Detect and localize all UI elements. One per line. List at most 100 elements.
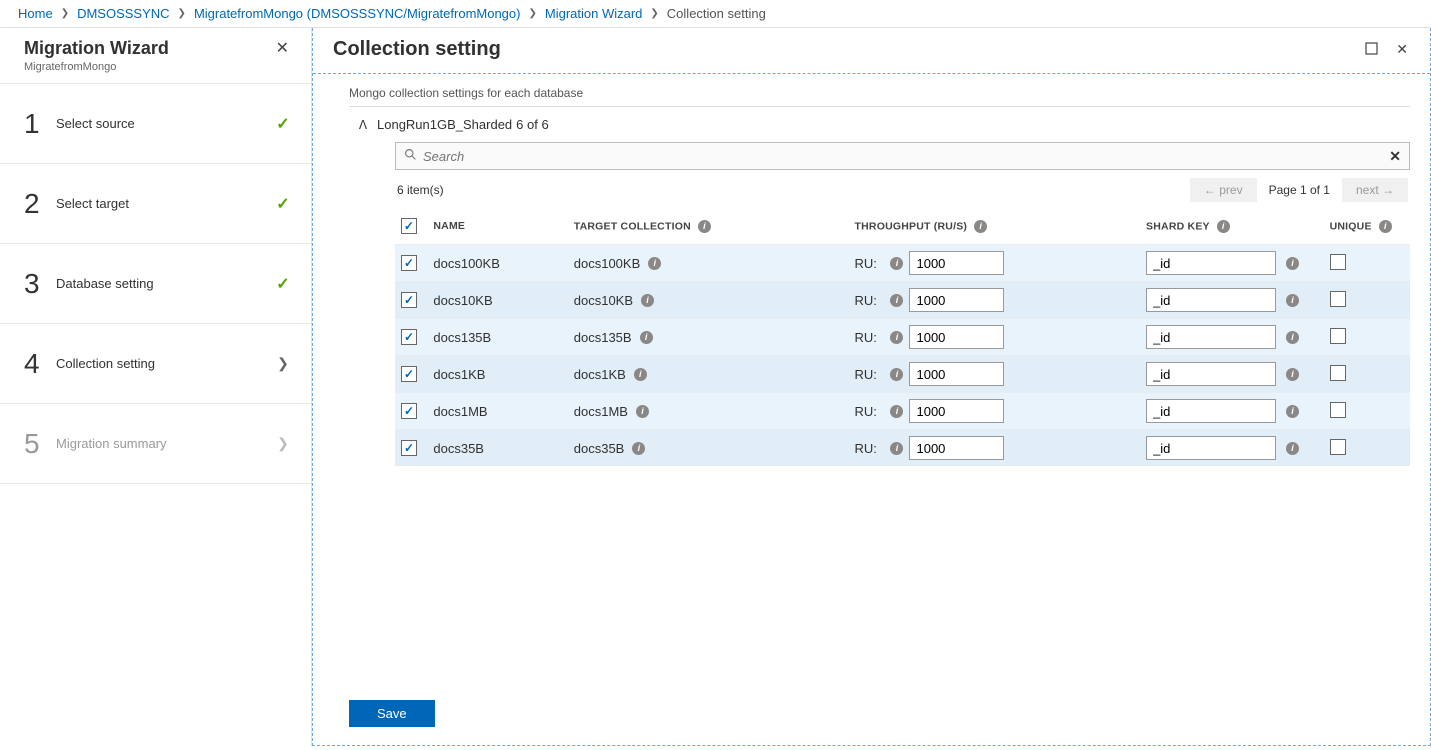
step-label: Database setting	[56, 276, 273, 291]
wizard-sidebar: Migration Wizard MigratefromMongo ✕ 1Sel…	[0, 28, 312, 746]
shard-key-input[interactable]	[1146, 251, 1276, 275]
info-icon[interactable]: i	[1286, 442, 1299, 455]
cell-name: docs1KB	[427, 356, 567, 393]
unique-checkbox[interactable]	[1330, 365, 1346, 381]
breadcrumb: Home❯DMSOSSSYNC❯MigratefromMongo (DMSOSS…	[0, 0, 1431, 28]
save-button[interactable]: Save	[349, 700, 435, 727]
cell-target: docs1KB	[574, 367, 626, 382]
sidebar-subtitle: MigratefromMongo	[24, 61, 169, 73]
check-icon: ✓	[276, 194, 289, 214]
col-header-name[interactable]: NAME	[427, 210, 567, 245]
throughput-input[interactable]	[909, 288, 1004, 312]
breadcrumb-item[interactable]: MigratefromMongo (DMSOSSSYNC/Migratefrom…	[194, 6, 521, 21]
step-label: Select target	[56, 196, 273, 211]
chevron-right-icon: ❯	[277, 355, 289, 372]
collections-tbody: docs100KBdocs100KBiRU:iidocs10KBdocs10KB…	[395, 245, 1410, 467]
table-row: docs10KBdocs10KBiRU:ii	[395, 282, 1410, 319]
wizard-step[interactable]: 1Select source✓	[0, 84, 311, 164]
info-icon[interactable]: i	[890, 442, 903, 455]
info-icon[interactable]: i	[1379, 220, 1392, 233]
info-icon[interactable]: i	[1286, 368, 1299, 381]
check-icon: ✓	[276, 114, 289, 134]
info-icon[interactable]: i	[698, 220, 711, 233]
info-icon[interactable]: i	[890, 257, 903, 270]
throughput-input[interactable]	[909, 251, 1004, 275]
cell-target: docs135B	[574, 330, 632, 345]
info-icon[interactable]: i	[1217, 220, 1230, 233]
info-icon[interactable]: i	[1286, 331, 1299, 344]
step-label: Collection setting	[56, 356, 273, 371]
info-icon[interactable]: i	[634, 368, 647, 381]
page-title: Collection setting	[333, 38, 501, 61]
wizard-step[interactable]: 4Collection setting❯	[0, 324, 311, 404]
prev-page-button[interactable]: ← prev	[1190, 178, 1257, 202]
wizard-step[interactable]: 5Migration summary❯	[0, 404, 311, 484]
cell-name: docs100KB	[427, 245, 567, 282]
info-icon[interactable]: i	[890, 368, 903, 381]
clear-search-button[interactable]: ✕	[1389, 148, 1401, 165]
info-icon[interactable]: i	[1286, 405, 1299, 418]
row-checkbox[interactable]	[401, 292, 417, 308]
cell-target: docs10KB	[574, 293, 633, 308]
ru-label: RU:	[854, 441, 880, 456]
table-row: docs135Bdocs135BiRU:ii	[395, 319, 1410, 356]
info-icon[interactable]: i	[648, 257, 661, 270]
unique-checkbox[interactable]	[1330, 328, 1346, 344]
throughput-input[interactable]	[909, 436, 1004, 460]
cell-name: docs35B	[427, 430, 567, 467]
close-icon[interactable]: ✕	[1394, 39, 1410, 60]
unique-checkbox[interactable]	[1330, 439, 1346, 455]
info-icon[interactable]: i	[974, 220, 987, 233]
shard-key-input[interactable]	[1146, 436, 1276, 460]
table-row: docs1KBdocs1KBiRU:ii	[395, 356, 1410, 393]
row-checkbox[interactable]	[401, 255, 417, 271]
row-checkbox[interactable]	[401, 329, 417, 345]
page-indicator: Page 1 of 1	[1269, 183, 1330, 197]
unique-checkbox[interactable]	[1330, 254, 1346, 270]
ru-label: RU:	[854, 293, 880, 308]
col-header-unique[interactable]: UNIQUE	[1330, 220, 1372, 232]
breadcrumb-item[interactable]: Home	[18, 6, 53, 21]
info-icon[interactable]: i	[890, 405, 903, 418]
wizard-step[interactable]: 2Select target✓	[0, 164, 311, 244]
throughput-input[interactable]	[909, 362, 1004, 386]
chevron-right-icon: ❯	[277, 435, 289, 452]
throughput-input[interactable]	[909, 325, 1004, 349]
shard-key-input[interactable]	[1146, 399, 1276, 423]
info-icon[interactable]: i	[890, 331, 903, 344]
breadcrumb-item[interactable]: DMSOSSSYNC	[77, 6, 169, 21]
shard-key-input[interactable]	[1146, 362, 1276, 386]
sidebar-close-button[interactable]: ✕	[272, 38, 293, 58]
info-icon[interactable]: i	[1286, 294, 1299, 307]
table-row: docs100KBdocs100KBiRU:ii	[395, 245, 1410, 282]
col-header-shard[interactable]: SHARD KEY	[1146, 220, 1210, 232]
info-icon[interactable]: i	[632, 442, 645, 455]
wizard-step[interactable]: 3Database setting✓	[0, 244, 311, 324]
step-label: Select source	[56, 116, 273, 131]
select-all-checkbox[interactable]	[401, 218, 417, 234]
row-checkbox[interactable]	[401, 366, 417, 382]
chevron-right-icon: ❯	[61, 8, 69, 19]
search-input[interactable]	[423, 149, 1389, 164]
search-box[interactable]: ✕	[395, 142, 1410, 170]
next-page-button[interactable]: next →	[1342, 178, 1408, 202]
col-header-throughput[interactable]: THROUGHPUT (RU/S)	[854, 220, 967, 232]
collection-group-toggle[interactable]: ᐱ LongRun1GB_Sharded 6 of 6	[349, 107, 1410, 142]
breadcrumb-item[interactable]: Migration Wizard	[545, 6, 643, 21]
info-icon[interactable]: i	[641, 294, 654, 307]
info-icon[interactable]: i	[890, 294, 903, 307]
throughput-input[interactable]	[909, 399, 1004, 423]
row-checkbox[interactable]	[401, 403, 417, 419]
info-icon[interactable]: i	[636, 405, 649, 418]
step-number: 1	[24, 108, 56, 140]
col-header-target[interactable]: TARGET COLLECTION	[574, 220, 691, 232]
unique-checkbox[interactable]	[1330, 402, 1346, 418]
row-checkbox[interactable]	[401, 440, 417, 456]
shard-key-input[interactable]	[1146, 325, 1276, 349]
shard-key-input[interactable]	[1146, 288, 1276, 312]
info-icon[interactable]: i	[1286, 257, 1299, 270]
restore-window-icon[interactable]	[1363, 39, 1380, 60]
check-icon: ✓	[276, 274, 289, 294]
unique-checkbox[interactable]	[1330, 291, 1346, 307]
info-icon[interactable]: i	[640, 331, 653, 344]
